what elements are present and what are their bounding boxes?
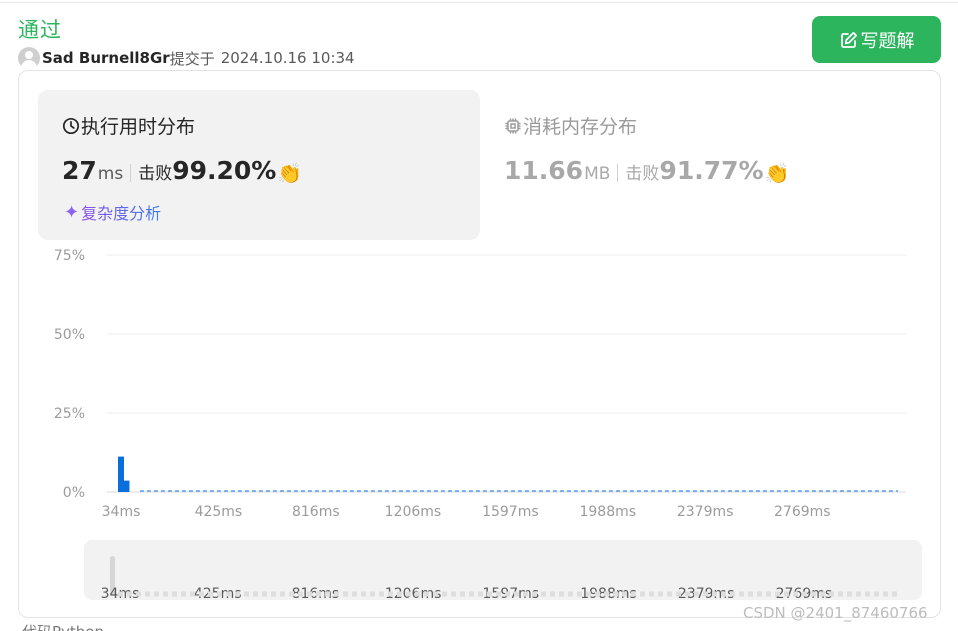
write-solution-button[interactable]: 写题解 [812,16,941,63]
metric-separator [130,164,132,182]
submission-status: 通过 [18,18,62,42]
memory-title[interactable]: 消耗内存分布 [504,112,637,139]
range-brush[interactable] [84,540,922,600]
chip-icon [505,118,521,133]
runtime-title-label: 执行用时分布 [81,116,196,138]
memory-beat-label: 击败 [625,164,660,184]
clock-icon [62,117,80,134]
code-language-label: 代码Python [22,621,104,631]
runtime-beat-label: 击败 [138,164,173,184]
runtime-metric: 27 ms 击败 99.20% 👏 [62,156,302,190]
submitted-label: 提交于 [169,49,215,68]
sparkle-icon: ✦ [64,201,80,223]
write-solution-label: 写题解 [860,30,915,51]
memory-unit: MB [584,164,611,184]
memory-beat-value: 91.77% [659,156,764,185]
username-link[interactable]: Sad Burnell8Gr [42,49,170,67]
runtime-value: 27 [62,156,97,185]
submit-time: 2024.10.16 10:34 [220,49,355,67]
complexity-analysis-link[interactable]: ✦ 复杂度分析 [64,200,161,224]
memory-title-label: 消耗内存分布 [523,116,638,138]
runtime-title[interactable]: 执行用时分布 [62,112,195,139]
watermark: CSDN @2401_87460766 [743,604,928,622]
memory-metric: 11.66 MB 击败 91.77% 👏 [504,156,789,190]
runtime-beat-value: 99.20% [172,156,277,185]
clapping-hands-icon: 👏 [764,161,790,185]
metric-separator [617,164,619,182]
avatar[interactable] [18,47,40,69]
edit-icon [840,31,857,48]
runtime-unit: ms [97,164,124,184]
top-divider [0,2,958,3]
submitter-info: Sad Burnell8Gr 提交于 2024.10.16 10:34 [18,46,355,70]
complexity-analysis-label: 复杂度分析 [81,200,161,224]
clapping-hands-icon: 👏 [277,161,303,185]
brush-handle[interactable] [110,556,115,596]
memory-value: 11.66 [504,156,584,185]
